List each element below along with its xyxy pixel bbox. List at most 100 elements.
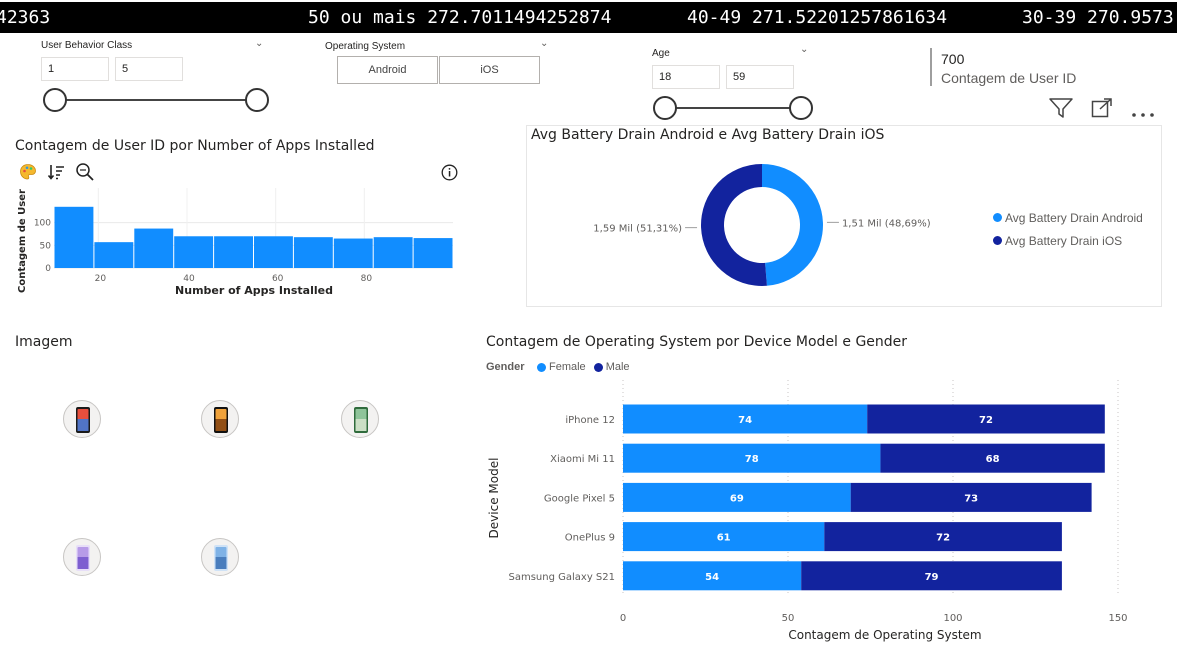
ticker-item: 50 ou mais 272.7011494252874: [308, 7, 612, 28]
histogram-y-axis-title: Contagem de User: [17, 189, 28, 293]
age-slider-min-handle[interactable]: [653, 96, 677, 120]
phone-icon: [76, 407, 90, 433]
stacked-legend-item[interactable]: Female: [537, 361, 586, 373]
info-icon[interactable]: [441, 164, 458, 181]
behavior-slider-max-handle[interactable]: [245, 88, 269, 112]
stacked-data-label: 54: [705, 572, 719, 583]
age-max-input[interactable]: 59: [726, 65, 794, 89]
os-tile-ios[interactable]: iOS: [439, 56, 540, 84]
stacked-data-label: 79: [925, 572, 939, 583]
histogram-title: Contagem de User ID por Number of Apps I…: [15, 138, 375, 154]
ticker-item: 42363: [0, 7, 51, 28]
behavior-slider-track[interactable]: [55, 99, 257, 101]
donut-legend-item[interactable]: Avg Battery Drain iOS: [993, 229, 1143, 252]
card-accent-bar: [930, 48, 932, 86]
donut-data-label: 1,51 Mil (48,69%): [842, 218, 931, 229]
age-slicer-title: Age: [652, 48, 670, 59]
stacked-x-tick: 50: [782, 613, 795, 624]
stacked-title: Contagem de Operating System por Device …: [486, 334, 908, 350]
legend-marker: [593, 362, 603, 372]
donut-legend-label: Avg Battery Drain iOS: [1005, 233, 1123, 248]
phone-image-4[interactable]: [63, 538, 101, 576]
more-options-icon[interactable]: [1131, 104, 1157, 117]
histogram-y-tick: 100: [34, 219, 51, 229]
histogram-chart: 0 50 100 20 40 60 80 Number of Apps Installed…: [17, 188, 453, 297]
stacked-data-label: 72: [936, 533, 950, 544]
stacked-data-label: 61: [717, 533, 731, 544]
behavior-min-input[interactable]: 1: [41, 57, 109, 81]
phone-image-2[interactable]: [201, 400, 239, 438]
stacked-data-label: 74: [738, 415, 752, 426]
phone-icon: [354, 407, 368, 433]
phone-icon: [214, 545, 228, 571]
legend-marker: [537, 362, 546, 372]
chevron-down-icon[interactable]: ⌄: [800, 44, 808, 55]
histogram-bar[interactable]: [54, 206, 94, 268]
histogram-y-tick: 50: [40, 241, 52, 251]
os-slicer-title: Operating System: [325, 41, 406, 52]
behavior-max-input[interactable]: 5: [115, 57, 183, 81]
histogram-bar[interactable]: [174, 236, 214, 268]
stacked-x-axis-title: Contagem de Operating System: [788, 628, 981, 642]
stacked-data-label: 69: [730, 493, 744, 504]
sort-icon[interactable]: [47, 163, 65, 181]
donut-title: Avg Battery Drain Android e Avg Battery …: [531, 127, 885, 143]
ticker-item: 30-39 270.9573: [1022, 7, 1174, 28]
donut-chart: 1,51 Mil (48,69%) 1,59 Mil (51,31%): [593, 164, 931, 286]
stacked-data-label: 72: [979, 415, 993, 426]
histogram-bar[interactable]: [254, 236, 293, 268]
stacked-legend-label: Male: [605, 361, 630, 373]
histogram-x-tick: 80: [361, 274, 373, 284]
filter-icon[interactable]: [1049, 97, 1073, 119]
stacked-category-label: iPhone 12: [565, 415, 615, 426]
histogram-bar[interactable]: [214, 236, 253, 268]
stacked-x-tick: 150: [1108, 613, 1127, 624]
palette-icon[interactable]: [19, 163, 37, 181]
histogram-x-tick: 60: [272, 274, 284, 284]
card-value: 700: [941, 51, 965, 67]
age-slider-max-handle[interactable]: [789, 96, 813, 120]
focus-mode-icon[interactable]: [1091, 98, 1113, 118]
stacked-data-label: 73: [964, 493, 978, 504]
phone-image-1[interactable]: [63, 400, 101, 438]
stacked-category-label: Samsung Galaxy S21: [509, 572, 616, 583]
stacked-category-label: OnePlus 9: [565, 533, 615, 544]
histogram-bar[interactable]: [293, 237, 333, 268]
stacked-x-tick: 100: [943, 613, 962, 624]
stacked-data-label: 68: [986, 454, 1000, 465]
phone-icon: [76, 545, 90, 571]
histogram-y-tick: 0: [45, 264, 51, 274]
donut-data-label: 1,59 Mil (51,31%): [593, 224, 682, 235]
stacked-bar-chart: 74 72 78 68 69 73 61 72 54 79 iPhone 12 Xiaomi Mi …: [487, 380, 1128, 642]
images-title: Imagem: [15, 334, 73, 350]
chevron-down-icon[interactable]: ⌄: [255, 38, 263, 49]
chevron-down-icon[interactable]: ⌄: [540, 38, 548, 49]
histogram-bar[interactable]: [413, 238, 453, 268]
zoom-icon[interactable]: [75, 162, 95, 182]
histogram-bar[interactable]: [333, 238, 373, 268]
age-min-input[interactable]: 18: [652, 65, 720, 89]
donut-slice[interactable]: [762, 164, 823, 286]
stacked-legend-item[interactable]: Male: [593, 361, 630, 373]
legend-marker: [993, 213, 1002, 222]
stacked-category-label: Xiaomi Mi 11: [550, 454, 615, 465]
ticker-item: 40-49 271.52201257861634: [687, 7, 948, 28]
phone-image-3[interactable]: [341, 400, 379, 438]
os-tile-android[interactable]: Android: [337, 56, 438, 84]
histogram-bar[interactable]: [373, 237, 413, 268]
histogram-bar[interactable]: [134, 228, 174, 268]
stacked-data-label: 78: [745, 454, 759, 465]
phone-icon: [214, 407, 228, 433]
card-label: Contagem de User ID: [941, 70, 1077, 86]
donut-slice[interactable]: [700, 164, 767, 286]
behavior-slider-min-handle[interactable]: [43, 88, 67, 112]
stacked-legend-label: Female: [549, 361, 586, 373]
stacked-category-label: Google Pixel 5: [544, 493, 615, 504]
donut-legend-item[interactable]: Avg Battery Drain Android: [993, 206, 1143, 229]
phone-image-5[interactable]: [201, 538, 239, 576]
stacked-x-tick: 0: [620, 613, 626, 624]
histogram-x-axis-title: Number of Apps Installed: [175, 284, 333, 297]
age-slider-track[interactable]: [665, 107, 801, 109]
donut-legend-label: Avg Battery Drain Android: [1005, 210, 1143, 225]
histogram-bar[interactable]: [94, 242, 134, 268]
